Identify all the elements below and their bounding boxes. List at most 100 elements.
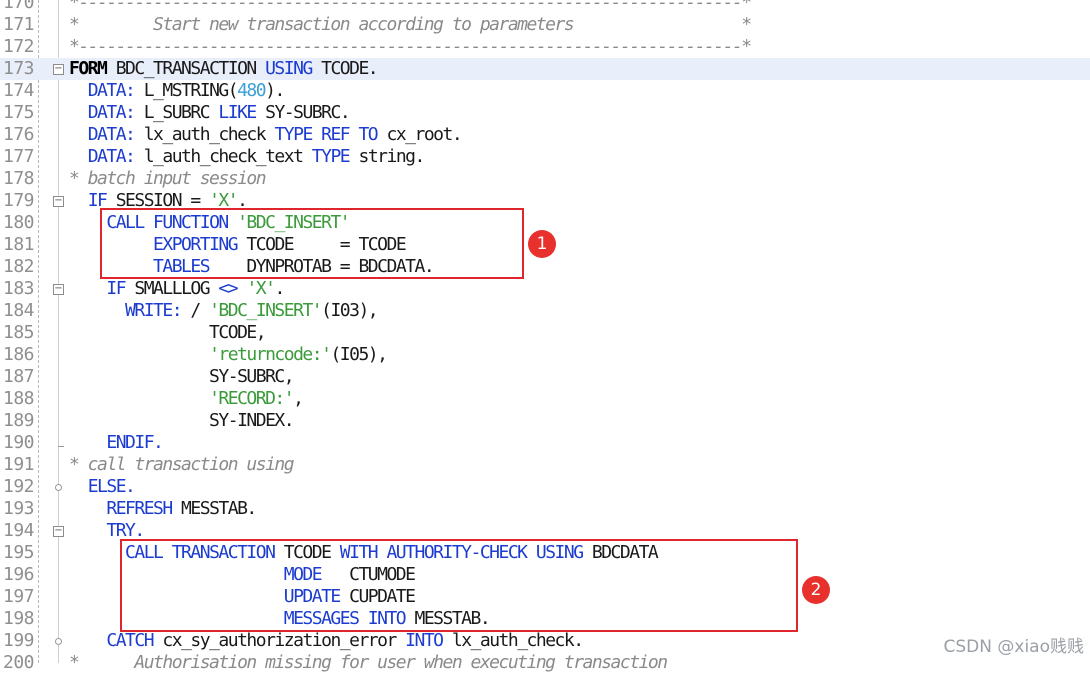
line-number: 186 [2,344,35,365]
code-token-identifier: MESSTAB. [171,498,257,519]
fold-branch-icon [55,484,62,491]
line-number: 180 [2,212,35,233]
code-token-keyword: USING [265,58,313,79]
code-token-identifier [69,476,88,497]
annotation-badge-1: 1 [528,230,556,258]
code-token-identifier: SY-SUBRC. [255,102,351,123]
code-line[interactable]: 200 * Authorisation missing for user when… [0,652,1090,674]
code-line[interactable]: 184 WRITE: / 'BDC_INSERT'(I03), [0,300,1090,322]
code-line[interactable]: 199 CATCH cx_sy_authorization_error INTO… [0,630,1090,652]
code-line[interactable]: 191 * call transaction using [0,454,1090,476]
code-text: FORM BDC_TRANSACTION USING TCODE. [69,58,379,80]
code-line[interactable]: 173 − FORM BDC_TRANSACTION USING TCODE. [0,58,1090,80]
code-text: *---------------------------------------… [69,0,752,14]
code-token-identifier [69,190,88,211]
code-token-keyword: INTO [405,630,444,651]
line-number: 176 [2,124,35,145]
fold-branch-icon [55,638,62,645]
code-token-identifier: lx_auth_check. [442,630,584,651]
code-token-identifier [69,432,106,453]
code-line[interactable]: 183 − IF SMALLLOG <> 'X'. [0,278,1090,300]
code-token-identifier [69,102,88,123]
code-text: 'RECORD:', [69,388,304,410]
code-token-identifier [69,630,106,651]
line-number: 193 [2,498,35,519]
code-token-identifier: L_SUBRC [134,102,219,123]
code-line[interactable]: 172 *------------------------------------… [0,36,1090,58]
code-line[interactable]: 177 DATA: l_auth_check_text TYPE string. [0,146,1090,168]
code-line[interactable]: 176 DATA: lx_auth_check TYPE REF TO cx_r… [0,124,1090,146]
line-number: 184 [2,300,35,321]
code-token-identifier [69,278,106,299]
code-token-identifier [69,498,106,519]
code-token-identifier: SY-INDEX. [69,410,295,431]
code-line[interactable]: 190 ENDIF. [0,432,1090,454]
fold-end-icon [58,446,64,447]
code-token-identifier: SY-SUBRC, [69,366,295,387]
code-token-identifier: TCODE. [311,58,379,79]
code-line[interactable]: 170 *------------------------------------… [0,0,1090,14]
code-token-identifier: (I05), [330,344,388,365]
code-token-keyword: DATA: [87,80,136,101]
code-token-string: 'X' [246,278,276,299]
code-text: CATCH cx_sy_authorization_error INTO lx_… [69,630,584,652]
code-token-identifier: SMALLLOG [125,278,219,299]
line-number: 198 [2,608,35,629]
code-line[interactable]: 193 REFRESH MESSTAB. [0,498,1090,520]
code-token-number: 480 [237,80,267,101]
code-line[interactable]: 192 ELSE. [0,476,1090,498]
line-number: 178 [2,168,35,189]
line-number: 174 [2,80,35,101]
annotation-badge-2: 2 [802,576,830,604]
code-line[interactable]: 175 DATA: L_SUBRC LIKE SY-SUBRC. [0,102,1090,124]
code-token-identifier: TCODE, [69,322,267,343]
line-number: 194 [2,520,35,541]
fold-toggle-icon[interactable]: − [53,284,64,295]
code-token-string: 'RECORD:' [209,388,295,409]
code-token-keyword: <> [218,278,238,299]
code-token-keyword: DATA: [87,124,136,145]
line-number: 190 [2,432,35,453]
code-token-string: 'returncode:' [209,344,332,365]
line-number: 185 [2,322,35,343]
code-line[interactable]: 185 TCODE, [0,322,1090,344]
code-text: REFRESH MESSTAB. [69,498,257,520]
code-token-keyword: REFRESH [106,498,173,519]
code-token-identifier: L_MSTRING( [134,80,239,101]
code-text: WRITE: / 'BDC_INSERT'(I03), [69,300,379,322]
code-line[interactable]: 186 'returncode:'(I05), [0,344,1090,366]
code-text: TCODE, [69,322,267,344]
line-number: 197 [2,586,35,607]
code-line[interactable]: 188 'RECORD:', [0,388,1090,410]
line-number: 173 [2,58,35,79]
code-token-comment: * Start new transaction according to par… [69,14,752,35]
fold-toggle-icon[interactable]: − [53,526,64,537]
line-number: 177 [2,146,35,167]
code-text: DATA: L_MSTRING(480). [69,80,286,102]
code-token-keyword: CATCH [106,630,154,651]
code-text: *---------------------------------------… [69,36,752,58]
code-text: SY-INDEX. [69,410,295,432]
code-token-comment: * batch input session [69,168,267,189]
code-line[interactable]: 178 * batch input session [0,168,1090,190]
code-token-keyword: WRITE: [125,300,183,321]
code-token-identifier [69,80,88,101]
code-line[interactable]: 189 SY-INDEX. [0,410,1090,432]
code-token-identifier: / [181,300,210,321]
fold-toggle-icon[interactable]: − [53,196,64,207]
code-token-identifier: , [293,388,304,409]
line-number: 191 [2,454,35,475]
code-line[interactable]: 187 SY-SUBRC, [0,366,1090,388]
line-number: 196 [2,564,35,585]
code-token-keyword: LIKE [218,102,257,123]
code-token-comment: * call transaction using [69,454,295,475]
fold-toggle-icon[interactable]: − [53,64,64,75]
code-token-identifier: BDC_TRANSACTION [106,58,266,79]
code-token-identifier [69,344,209,365]
code-token-keyword: TRY. [106,520,145,541]
line-number: 179 [2,190,35,211]
code-line[interactable]: 174 DATA: L_MSTRING(480). [0,80,1090,102]
code-text: 'returncode:'(I05), [69,344,388,366]
line-number: 175 [2,102,35,123]
code-line[interactable]: 171 * Start new transaction according to … [0,14,1090,36]
